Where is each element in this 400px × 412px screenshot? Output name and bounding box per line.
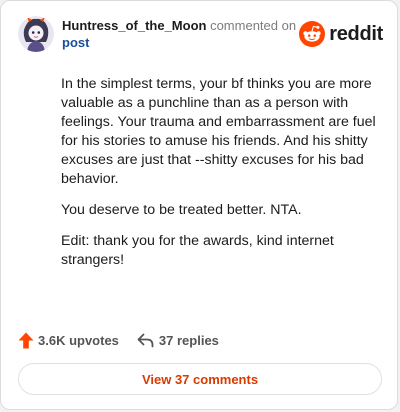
avatar[interactable] <box>18 16 54 52</box>
comment-paragraph: Edit: thank you for the awards, kind int… <box>61 233 334 268</box>
comment-paragraph: In the simplest terms, your bf thinks yo… <box>61 76 376 187</box>
view-comments-button[interactable]: View 37 comments <box>18 363 382 395</box>
username[interactable]: Huntress_of_the_Moon <box>62 18 206 33</box>
comment-attribution: Huntress_of_the_Moon commented on post <box>62 17 302 51</box>
reddit-wordmark: reddit <box>329 22 383 45</box>
avatar-icon <box>18 16 54 52</box>
replies-button[interactable]: 37 replies <box>137 333 219 348</box>
action-text: commented on <box>206 18 297 33</box>
comment-header: Huntress_of_the_Moon commented on post re… <box>18 16 383 56</box>
comment-card: Huntress_of_the_Moon commented on post re… <box>0 0 398 410</box>
reddit-logo-icon <box>299 21 326 47</box>
comment-body: In the simplest terms, your bf thinks yo… <box>61 75 377 282</box>
comment-actions: 3.6K upvotes 37 replies <box>18 330 219 350</box>
upvote-arrow-icon <box>18 332 34 348</box>
comment-paragraph: You deserve to be treated better. NTA. <box>61 202 302 218</box>
reply-count: 37 replies <box>158 332 219 348</box>
reply-arrow-icon <box>137 333 154 347</box>
reddit-brand[interactable]: reddit <box>299 19 383 49</box>
upvote-button[interactable]: 3.6K upvotes <box>18 332 119 349</box>
post-link[interactable]: post <box>62 35 89 50</box>
upvote-count: 3.6K upvotes <box>38 332 119 348</box>
